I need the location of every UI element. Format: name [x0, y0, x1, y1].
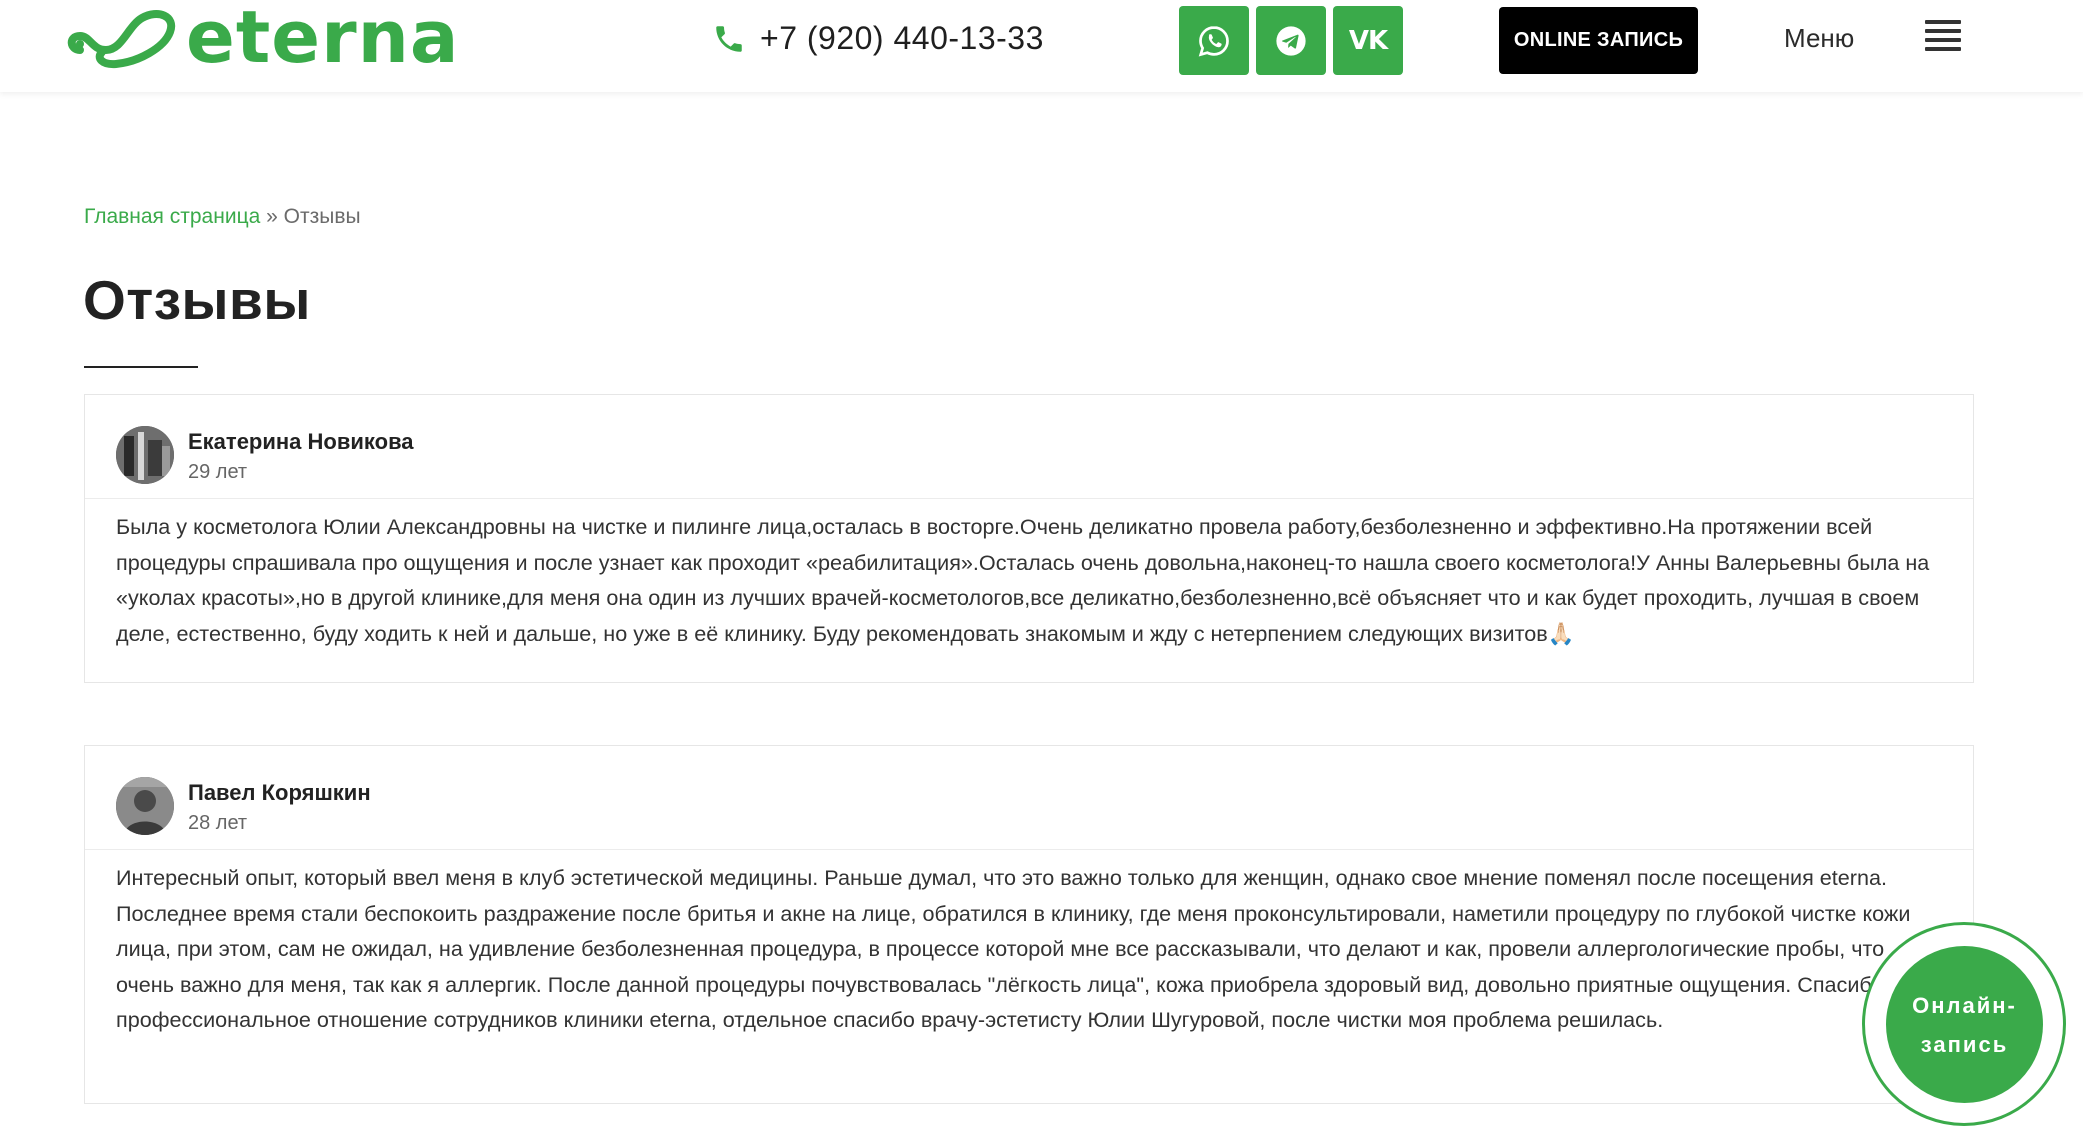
phone-link[interactable]: +7 (920) 440-13-33 — [712, 20, 1044, 57]
floating-online-booking-button[interactable]: Онлайн-запись — [1886, 946, 2043, 1103]
avatar — [116, 777, 174, 835]
vk-icon: VK — [1348, 25, 1388, 56]
review-header: Екатерина Новикова 29 лет — [85, 395, 1973, 499]
breadcrumb: Главная страница » Отзывы — [84, 205, 361, 229]
whatsapp-button[interactable] — [1179, 6, 1249, 75]
menu-label[interactable]: Меню — [1784, 23, 1854, 54]
avatar — [116, 426, 174, 484]
logo-text: eterna — [186, 0, 460, 79]
title-underline — [84, 366, 198, 368]
site-header: eterna +7 (920) 440-13-33 VK ONLINE ЗАПИ… — [0, 0, 2083, 92]
phone-number: +7 (920) 440-13-33 — [760, 20, 1044, 56]
breadcrumb-separator: » — [260, 205, 284, 228]
hamburger-menu-icon[interactable] — [1925, 20, 1961, 56]
whatsapp-icon — [1198, 25, 1229, 56]
review-card: Екатерина Новикова 29 лет Была у космето… — [84, 394, 1974, 683]
review-text: Была у косметолога Юлии Александровны на… — [116, 514, 1930, 646]
vk-button[interactable]: VK — [1333, 6, 1403, 75]
online-booking-button[interactable]: ONLINE ЗАПИСЬ — [1499, 7, 1698, 74]
review-author: Павел Коряшкин — [188, 780, 371, 805]
review-age: 29 лет — [188, 461, 248, 483]
logo[interactable]: eterna — [66, 1, 459, 73]
review-author: Екатерина Новикова — [188, 429, 414, 454]
telegram-icon — [1276, 25, 1306, 56]
review-header: Павел Коряшкин 28 лет — [85, 746, 1973, 850]
breadcrumb-current: Отзывы — [283, 205, 361, 228]
floating-button-label: Онлайн-запись — [1912, 992, 2017, 1057]
breadcrumb-home-link[interactable]: Главная страница — [84, 205, 260, 228]
review-text: Интересный опыт, который ввел меня в клу… — [116, 865, 1912, 1032]
logo-symbol-icon — [67, 10, 176, 69]
telegram-button[interactable] — [1256, 6, 1326, 75]
page-title: Отзывы — [83, 269, 311, 331]
phone-icon — [716, 25, 742, 52]
review-card: Павел Коряшкин 28 лет Интересный опыт, к… — [84, 745, 1974, 1104]
review-age: 28 лет — [188, 812, 248, 834]
